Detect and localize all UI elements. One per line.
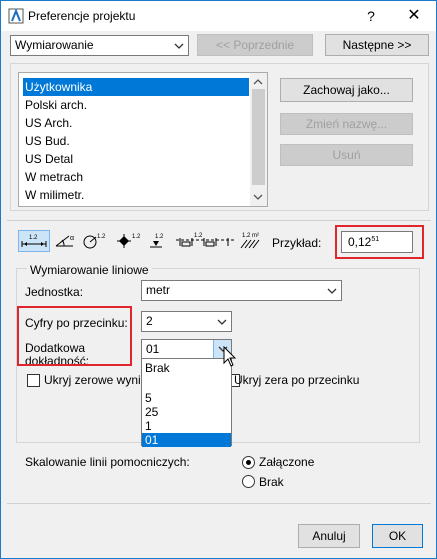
divider bbox=[7, 220, 431, 221]
dropdown-option[interactable]: 01 bbox=[142, 433, 231, 447]
title-bar: Preferencje projektu ? ✕ bbox=[1, 1, 436, 31]
linear-dimension-icon[interactable]: 1.2 bbox=[18, 230, 50, 252]
svg-text:α: α bbox=[70, 235, 74, 242]
radial-dimension-icon[interactable]: 1.2 bbox=[81, 230, 111, 252]
svg-text:1.2 m²: 1.2 m² bbox=[242, 233, 259, 239]
next-button[interactable]: Następne >> bbox=[325, 34, 429, 56]
save-as-button[interactable]: Zachowaj jako... bbox=[280, 78, 413, 102]
elevation-dimension-icon[interactable]: 1.2 bbox=[147, 230, 171, 252]
scroll-down-icon[interactable] bbox=[253, 193, 263, 201]
unit-select[interactable]: metr bbox=[141, 280, 342, 301]
cancel-button[interactable]: Anuluj bbox=[298, 524, 360, 548]
list-item[interactable]: US Arch. bbox=[19, 114, 267, 132]
aux-lines-label: Skalowanie linii pomocniczych: bbox=[25, 455, 190, 469]
window-title: Preferencje projektu bbox=[28, 9, 136, 23]
rename-button[interactable]: Zmień nazwę... bbox=[280, 113, 413, 135]
list-item[interactable]: US Bud. bbox=[19, 132, 267, 150]
ok-button[interactable]: OK bbox=[372, 524, 423, 548]
svg-text:1.2: 1.2 bbox=[29, 235, 38, 241]
dropdown-option[interactable]: Brak bbox=[142, 361, 231, 375]
aux-lines-off-label: Brak bbox=[259, 475, 284, 489]
close-button[interactable]: ✕ bbox=[397, 6, 431, 26]
hide-zero-decimals-label: Ukryj zera po przecinku bbox=[234, 373, 360, 387]
aux-lines-on-label: Załączone bbox=[259, 455, 315, 469]
decimals-select[interactable]: 2 bbox=[141, 311, 232, 332]
hide-zero-whole-label: Ukryj zerowe wynik bbox=[44, 373, 147, 387]
example-label: Przykład: bbox=[272, 236, 322, 250]
schemes-list[interactable]: Użytkownika Polski arch. US Arch. US Bud… bbox=[18, 72, 268, 207]
hide-zero-whole-checkbox[interactable] bbox=[27, 374, 40, 387]
list-item[interactable]: Polski arch. bbox=[19, 96, 267, 114]
app-icon bbox=[8, 8, 24, 24]
dropdown-option[interactable]: 5 bbox=[142, 391, 231, 405]
svg-text:1.2: 1.2 bbox=[194, 233, 203, 239]
angular-dimension-icon[interactable]: α bbox=[53, 230, 79, 252]
help-button[interactable]: ? bbox=[356, 6, 386, 26]
group-title: Wymiarowanie liniowe bbox=[27, 263, 152, 277]
extra-precision-value: 01 bbox=[146, 342, 160, 356]
delete-button[interactable]: Usuń bbox=[280, 144, 413, 166]
highlight-example bbox=[335, 225, 424, 259]
highlight-precision-labels bbox=[17, 306, 132, 366]
area-dimension-icon[interactable]: 1.2 m² bbox=[238, 230, 266, 252]
unit-value: metr bbox=[146, 283, 170, 297]
dropdown-option[interactable] bbox=[142, 375, 231, 389]
svg-text:1.2: 1.2 bbox=[155, 234, 164, 240]
list-item[interactable]: W milimetr. bbox=[19, 186, 267, 204]
list-item[interactable]: Użytkownika bbox=[23, 78, 249, 96]
extra-precision-select[interactable]: 01 bbox=[141, 339, 232, 359]
unit-label: Jednostka: bbox=[25, 285, 84, 299]
divider bbox=[7, 503, 431, 504]
prev-button[interactable]: << Poprzednie bbox=[197, 34, 313, 56]
decimals-value: 2 bbox=[146, 314, 153, 328]
svg-text:1.2: 1.2 bbox=[132, 234, 141, 240]
aux-lines-on-radio[interactable] bbox=[242, 456, 255, 469]
dropdown-option[interactable]: 1 bbox=[142, 419, 231, 433]
svg-text:1.2: 1.2 bbox=[97, 234, 106, 240]
chevron-down-icon bbox=[327, 288, 337, 294]
chevron-down-icon bbox=[174, 43, 184, 49]
mouse-cursor-icon bbox=[223, 346, 237, 367]
extra-precision-dropdown[interactable]: Brak 5 25 1 01 bbox=[141, 358, 232, 447]
dropdown-option[interactable]: 25 bbox=[142, 405, 231, 419]
category-select-value: Wymiarowanie bbox=[15, 38, 94, 52]
scroll-thumb[interactable] bbox=[252, 89, 265, 185]
dialog-window: Preferencje projektu ? ✕ Wymiarowanie <<… bbox=[0, 0, 437, 559]
category-select[interactable]: Wymiarowanie bbox=[10, 35, 189, 56]
scroll-up-icon[interactable] bbox=[253, 78, 263, 86]
list-item[interactable]: US Detal bbox=[19, 150, 267, 168]
chevron-down-icon bbox=[217, 319, 227, 325]
level-dimension-icon[interactable]: 1.2 bbox=[115, 230, 145, 252]
list-item[interactable]: W metrach bbox=[19, 168, 267, 186]
aux-lines-off-radio[interactable] bbox=[242, 475, 255, 488]
door-window-dimension-icon[interactable]: 1.2 bbox=[174, 230, 236, 252]
list-scrollbar[interactable] bbox=[250, 73, 267, 206]
